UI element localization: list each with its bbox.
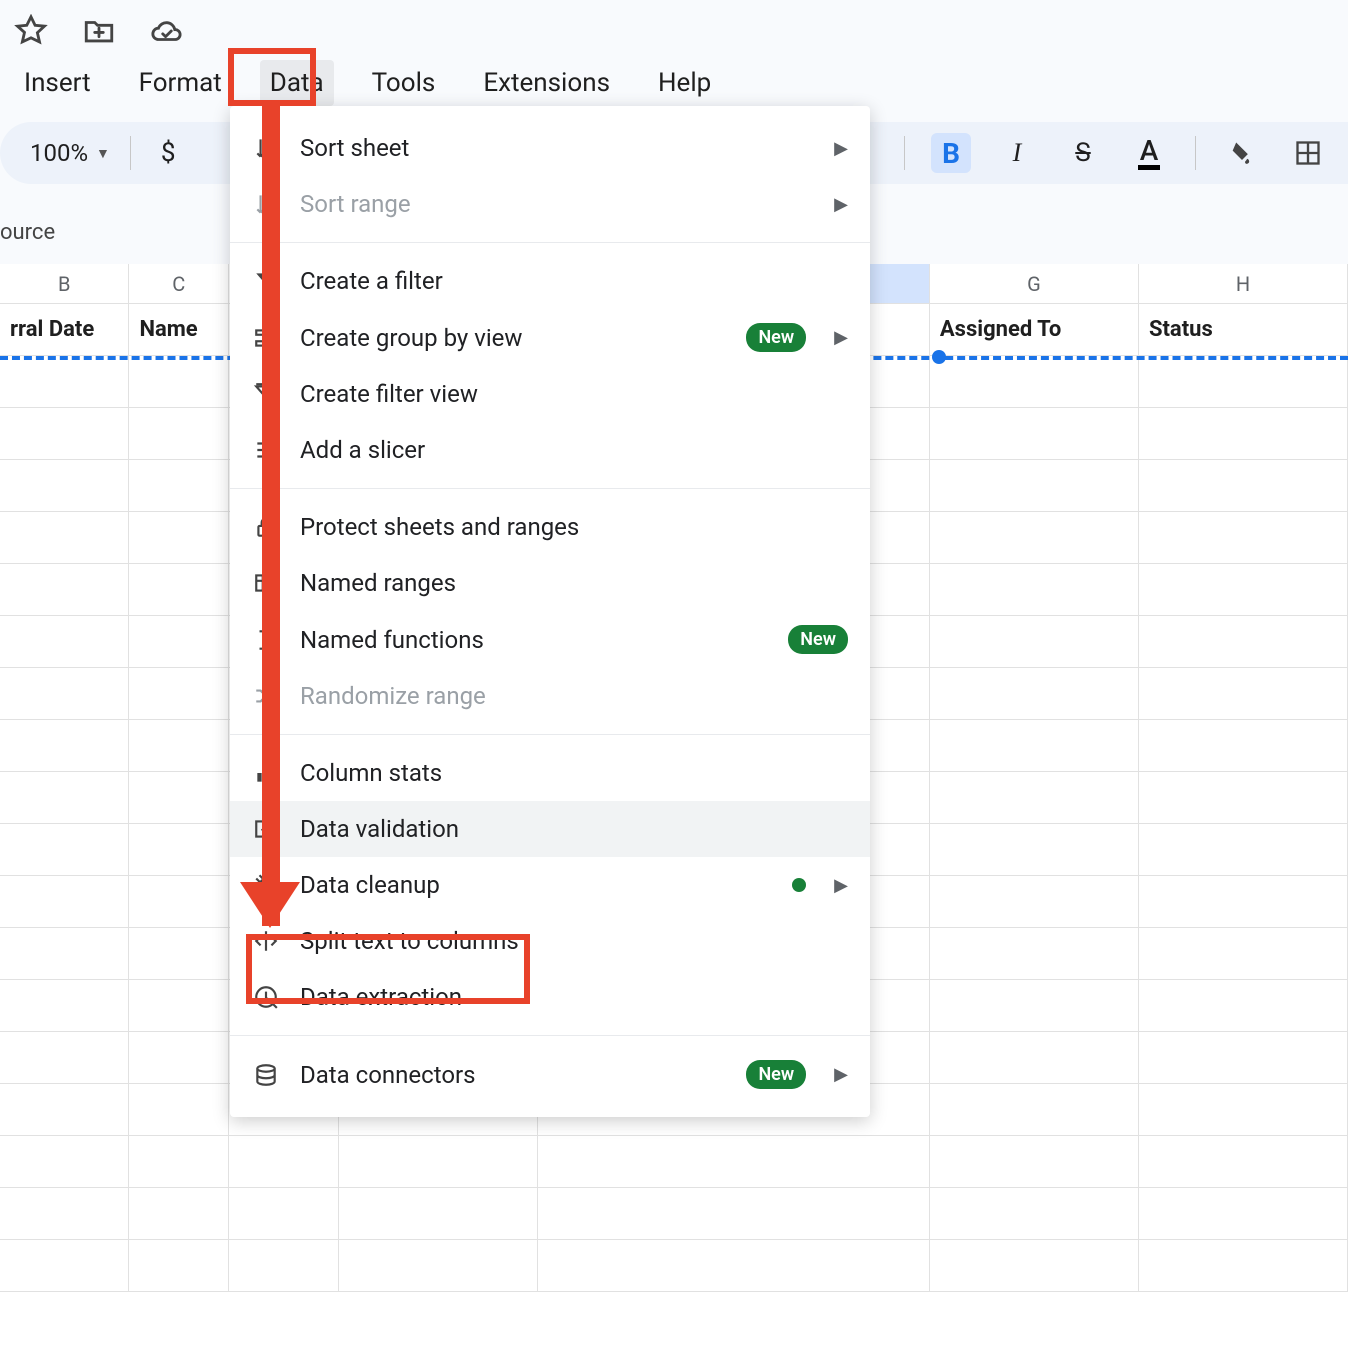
- group-icon: [252, 324, 280, 352]
- indicator-dot: [792, 878, 806, 892]
- column-header[interactable]: B: [0, 264, 129, 303]
- menu-item-label: Column stats: [300, 759, 848, 787]
- lock-icon: [252, 513, 280, 541]
- split-icon: [252, 927, 280, 955]
- column-header[interactable]: H: [1139, 264, 1348, 303]
- menu-item-sort-sheet[interactable]: Sort sheet ▶: [230, 120, 870, 176]
- chevron-right-icon: ▶: [834, 194, 848, 215]
- menu-item-label: Create group by view: [300, 324, 726, 352]
- sort-range-icon: [252, 190, 280, 218]
- italic-button[interactable]: I: [997, 133, 1037, 173]
- menu-item-sort-range: Sort range ▶: [230, 176, 870, 232]
- bold-button[interactable]: B: [931, 133, 971, 173]
- menu-item-named-functions[interactable]: Named functions New: [230, 611, 870, 668]
- menu-item-label: Data cleanup: [300, 871, 772, 899]
- new-badge: New: [746, 1060, 806, 1089]
- named-ranges-icon: [252, 569, 280, 597]
- menu-item-label: Sort range: [300, 190, 806, 218]
- currency-format-button[interactable]: $: [141, 138, 190, 168]
- menu-item-data-connectors[interactable]: Data connectors New ▶: [230, 1046, 870, 1103]
- menu-item-randomize: Randomize range: [230, 668, 870, 724]
- menu-tools[interactable]: Tools: [362, 60, 446, 106]
- menu-item-filter-view[interactable]: Create filter view: [230, 366, 870, 422]
- menu-extensions[interactable]: Extensions: [473, 60, 620, 106]
- cloud-saved-icon[interactable]: [150, 14, 184, 54]
- menu-item-named-ranges[interactable]: Named ranges: [230, 555, 870, 611]
- menu-separator: [230, 734, 870, 735]
- toolbar-separator: [130, 136, 131, 170]
- move-to-drive-icon[interactable]: [82, 14, 116, 54]
- header-cell[interactable]: rral Date: [0, 304, 129, 355]
- menu-data[interactable]: Data: [260, 60, 334, 106]
- toolbar-separator: [904, 136, 905, 170]
- menu-help[interactable]: Help: [648, 60, 721, 106]
- menu-item-create-filter[interactable]: Create a filter: [230, 253, 870, 309]
- menu-item-label: Randomize range: [300, 682, 848, 710]
- menu-item-label: Split text to columns: [300, 927, 848, 955]
- data-menu-dropdown: Sort sheet ▶ Sort range ▶ Create a filter Cre…: [230, 106, 870, 1117]
- stats-icon: [252, 759, 280, 787]
- menu-item-split-text[interactable]: Split text to columns: [230, 913, 870, 969]
- menu-format[interactable]: Format: [129, 60, 232, 106]
- sort-sheet-icon: [252, 134, 280, 162]
- menu-item-label: Sort sheet: [300, 134, 806, 162]
- slicer-icon: [252, 436, 280, 464]
- menu-item-add-slicer[interactable]: Add a slicer: [230, 422, 870, 478]
- toolbar-separator: [1195, 136, 1196, 170]
- borders-button[interactable]: [1288, 133, 1328, 173]
- menu-item-label: Data validation: [300, 815, 848, 843]
- extract-icon: [252, 983, 280, 1011]
- menu-item-column-stats[interactable]: Column stats: [230, 745, 870, 801]
- menu-item-label: Data extraction: [300, 983, 848, 1011]
- column-header[interactable]: C: [129, 264, 229, 303]
- column-header[interactable]: G: [930, 264, 1139, 303]
- zoom-dropdown[interactable]: 100% ▼: [20, 135, 120, 171]
- chevron-down-icon: ▼: [96, 145, 110, 162]
- new-badge: New: [746, 323, 806, 352]
- selection-handle[interactable]: [932, 350, 946, 364]
- menu-separator: [230, 1035, 870, 1036]
- menu-item-data-cleanup[interactable]: Data cleanup ▶: [230, 857, 870, 913]
- menu-item-group-by-view[interactable]: Create group by view New ▶: [230, 309, 870, 366]
- fill-color-button[interactable]: [1222, 133, 1262, 173]
- strikethrough-button[interactable]: S: [1063, 133, 1103, 173]
- shuffle-icon: [252, 682, 280, 710]
- named-fn-icon: [252, 626, 280, 654]
- text-color-button[interactable]: A: [1129, 133, 1169, 173]
- cleanup-icon: [252, 871, 280, 899]
- validation-icon: [252, 815, 280, 843]
- menu-item-label: Add a slicer: [300, 436, 848, 464]
- menu-separator: [230, 242, 870, 243]
- menu-item-label: Data connectors: [300, 1061, 726, 1089]
- menu-item-label: Protect sheets and ranges: [300, 513, 848, 541]
- header-cell[interactable]: Status: [1139, 304, 1348, 355]
- chevron-right-icon: ▶: [834, 875, 848, 896]
- menu-item-label: Create filter view: [300, 380, 848, 408]
- formula-bar-label: ource: [0, 220, 55, 245]
- chevron-right-icon: ▶: [834, 327, 848, 348]
- filter-icon: [252, 267, 280, 295]
- menu-separator: [230, 488, 870, 489]
- menu-item-label: Named functions: [300, 626, 768, 654]
- menu-item-protect[interactable]: Protect sheets and ranges: [230, 499, 870, 555]
- menu-insert[interactable]: Insert: [14, 60, 101, 106]
- new-badge: New: [788, 625, 848, 654]
- zoom-value: 100%: [30, 139, 88, 167]
- menu-item-data-validation[interactable]: Data validation: [230, 801, 870, 857]
- star-icon[interactable]: [14, 14, 48, 54]
- chevron-right-icon: ▶: [834, 138, 848, 159]
- chevron-right-icon: ▶: [834, 1064, 848, 1085]
- header-cell[interactable]: Assigned To: [930, 304, 1139, 355]
- connectors-icon: [252, 1061, 280, 1089]
- header-cell[interactable]: Name: [129, 304, 229, 355]
- menubar: Insert Format Data Tools Extensions Help: [14, 60, 721, 106]
- menu-item-label: Create a filter: [300, 267, 848, 295]
- menu-item-data-extraction[interactable]: Data extraction: [230, 969, 870, 1025]
- menu-item-label: Named ranges: [300, 569, 848, 597]
- filter-view-icon: [252, 380, 280, 408]
